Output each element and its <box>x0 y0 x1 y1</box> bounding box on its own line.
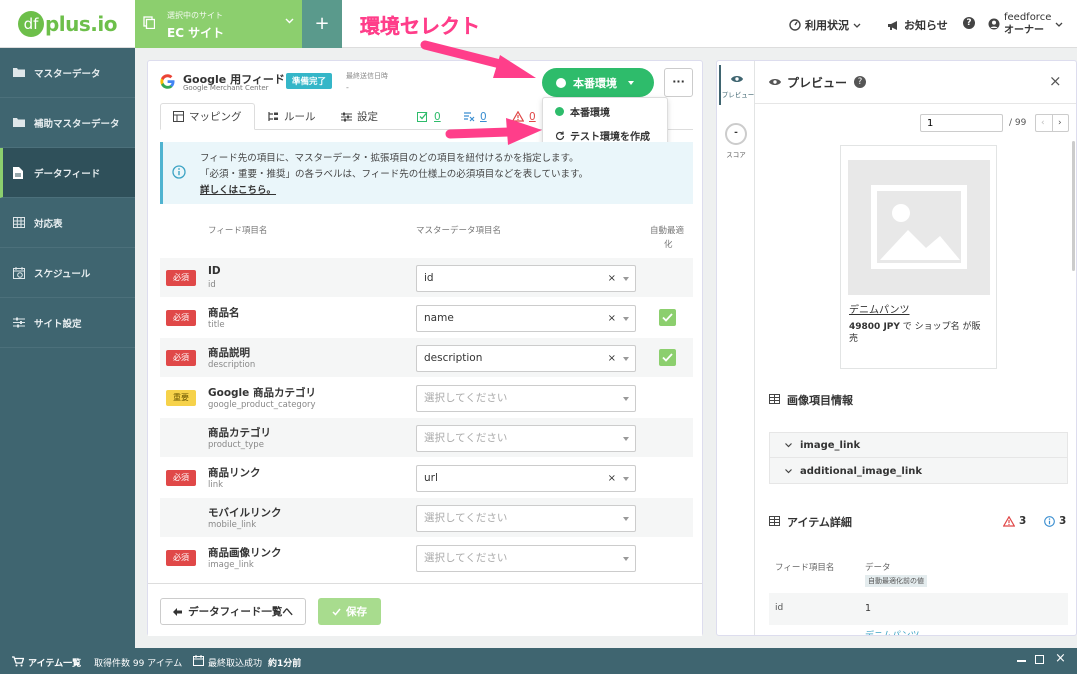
annotation-arrows <box>420 40 542 145</box>
